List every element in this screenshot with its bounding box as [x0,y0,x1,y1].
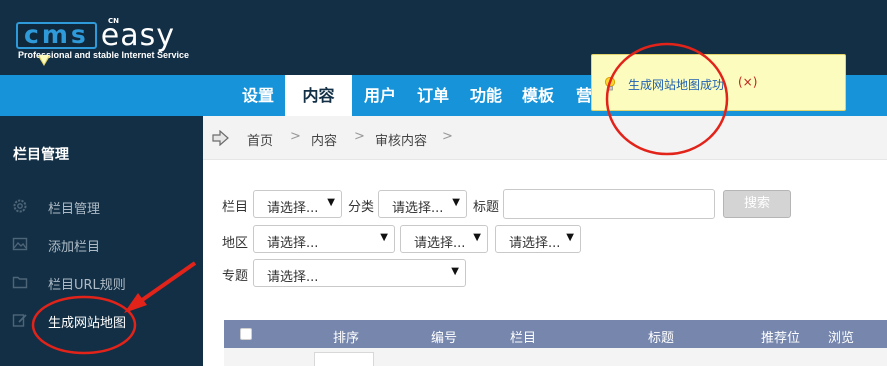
tooltip-tail-fill [39,55,49,64]
main-content: 首页 > 内容 > 审核内容 > 栏目 请选择... ▼ 分类 请选择... ▼… [203,116,887,366]
sort-input[interactable] [314,352,374,366]
topic-select[interactable]: 请选择... ▼ [253,259,466,287]
region-select-city[interactable]: 请选择... ▼ [400,225,488,253]
breadcrumb-content[interactable]: 内容 [311,130,337,149]
filter-category-label: 栏目 [222,200,249,215]
logo-badge: CN [108,17,119,25]
arrow-right-icon [212,130,229,146]
edit-icon [12,314,27,327]
select-all-checkbox[interactable] [240,328,252,340]
chevron-down-icon: ▼ [473,232,481,243]
image-icon [12,237,28,251]
search-button[interactable]: 搜索 [723,190,791,218]
success-tooltip: 生成网站地图成功 (×) [591,54,846,111]
nav-orders[interactable]: 订单 [407,75,459,116]
nav-content[interactable]: 内容 [285,75,352,116]
sidebar: 栏目管理 栏目管理 添加栏目 栏目URL规则 生成网站地图 [0,116,203,366]
chevron-down-icon: ▼ [566,232,574,243]
filter-region-label: 地区 [222,236,249,251]
nav-settings[interactable]: 设置 [229,75,287,116]
table-header: 排序 编号 栏目 标题 推荐位 浏览 [224,320,887,348]
breadcrumb-review[interactable]: 审核内容 [375,130,427,149]
breadcrumb-home[interactable]: 首页 [247,130,273,149]
region-select-district[interactable]: 请选择... ▼ [495,225,581,253]
sidebar-item-add-column[interactable]: 添加栏目 [0,229,203,259]
tooltip-close-link[interactable]: (×) [738,75,757,89]
column-header-title[interactable]: 标题 [648,327,674,346]
breadcrumb-separator: > [442,129,453,144]
sidebar-item-column-manage[interactable]: 栏目管理 [0,191,203,221]
filter-title-label: 标题 [473,200,500,215]
gear-icon [13,199,27,213]
sidebar-item-url-rules[interactable]: 栏目URL规则 [0,267,203,297]
filter-topic-label: 专题 [222,269,249,284]
breadcrumb-separator: > [290,129,301,144]
sidebar-item-label: 栏目URL规则 [48,278,126,293]
sidebar-item-label: 生成网站地图 [48,316,127,331]
chevron-down-icon: ▼ [451,266,459,277]
sidebar-item-label: 栏目管理 [48,202,101,217]
chevron-down-icon: ▼ [327,197,335,208]
sidebar-title: 栏目管理 [13,147,69,163]
type-select[interactable]: 请选择... ▼ [378,190,467,218]
column-header-column[interactable]: 栏目 [510,327,536,346]
category-select[interactable]: 请选择... ▼ [253,190,342,218]
table-row [224,348,887,366]
breadcrumb: 首页 > 内容 > 审核内容 > [203,116,887,160]
column-header-recommend[interactable]: 推荐位 [761,327,800,346]
nav-functions[interactable]: 功能 [460,75,512,116]
filter-type-label: 分类 [348,200,375,215]
chevron-down-icon: ▼ [380,232,388,243]
chevron-down-icon: ▼ [452,197,460,208]
lightbulb-icon [604,76,616,91]
nav-templates[interactable]: 模板 [512,75,564,116]
title-input[interactable] [503,189,715,219]
logo-brand-suffix: easy [100,18,175,53]
breadcrumb-separator: > [354,129,365,144]
nav-users[interactable]: 用户 [354,75,406,116]
sidebar-item-label: 添加栏目 [48,240,101,255]
column-header-views[interactable]: 浏览 [828,327,854,346]
region-select-province[interactable]: 请选择... ▼ [253,225,395,253]
sidebar-item-generate-sitemap[interactable]: 生成网站地图 [0,305,203,335]
column-header-id[interactable]: 编号 [431,327,457,346]
column-header-sort[interactable]: 排序 [333,327,359,346]
logo-brand: cms [16,22,97,49]
tooltip-message: 生成网站地图成功 [628,78,725,92]
folder-icon [12,276,28,289]
